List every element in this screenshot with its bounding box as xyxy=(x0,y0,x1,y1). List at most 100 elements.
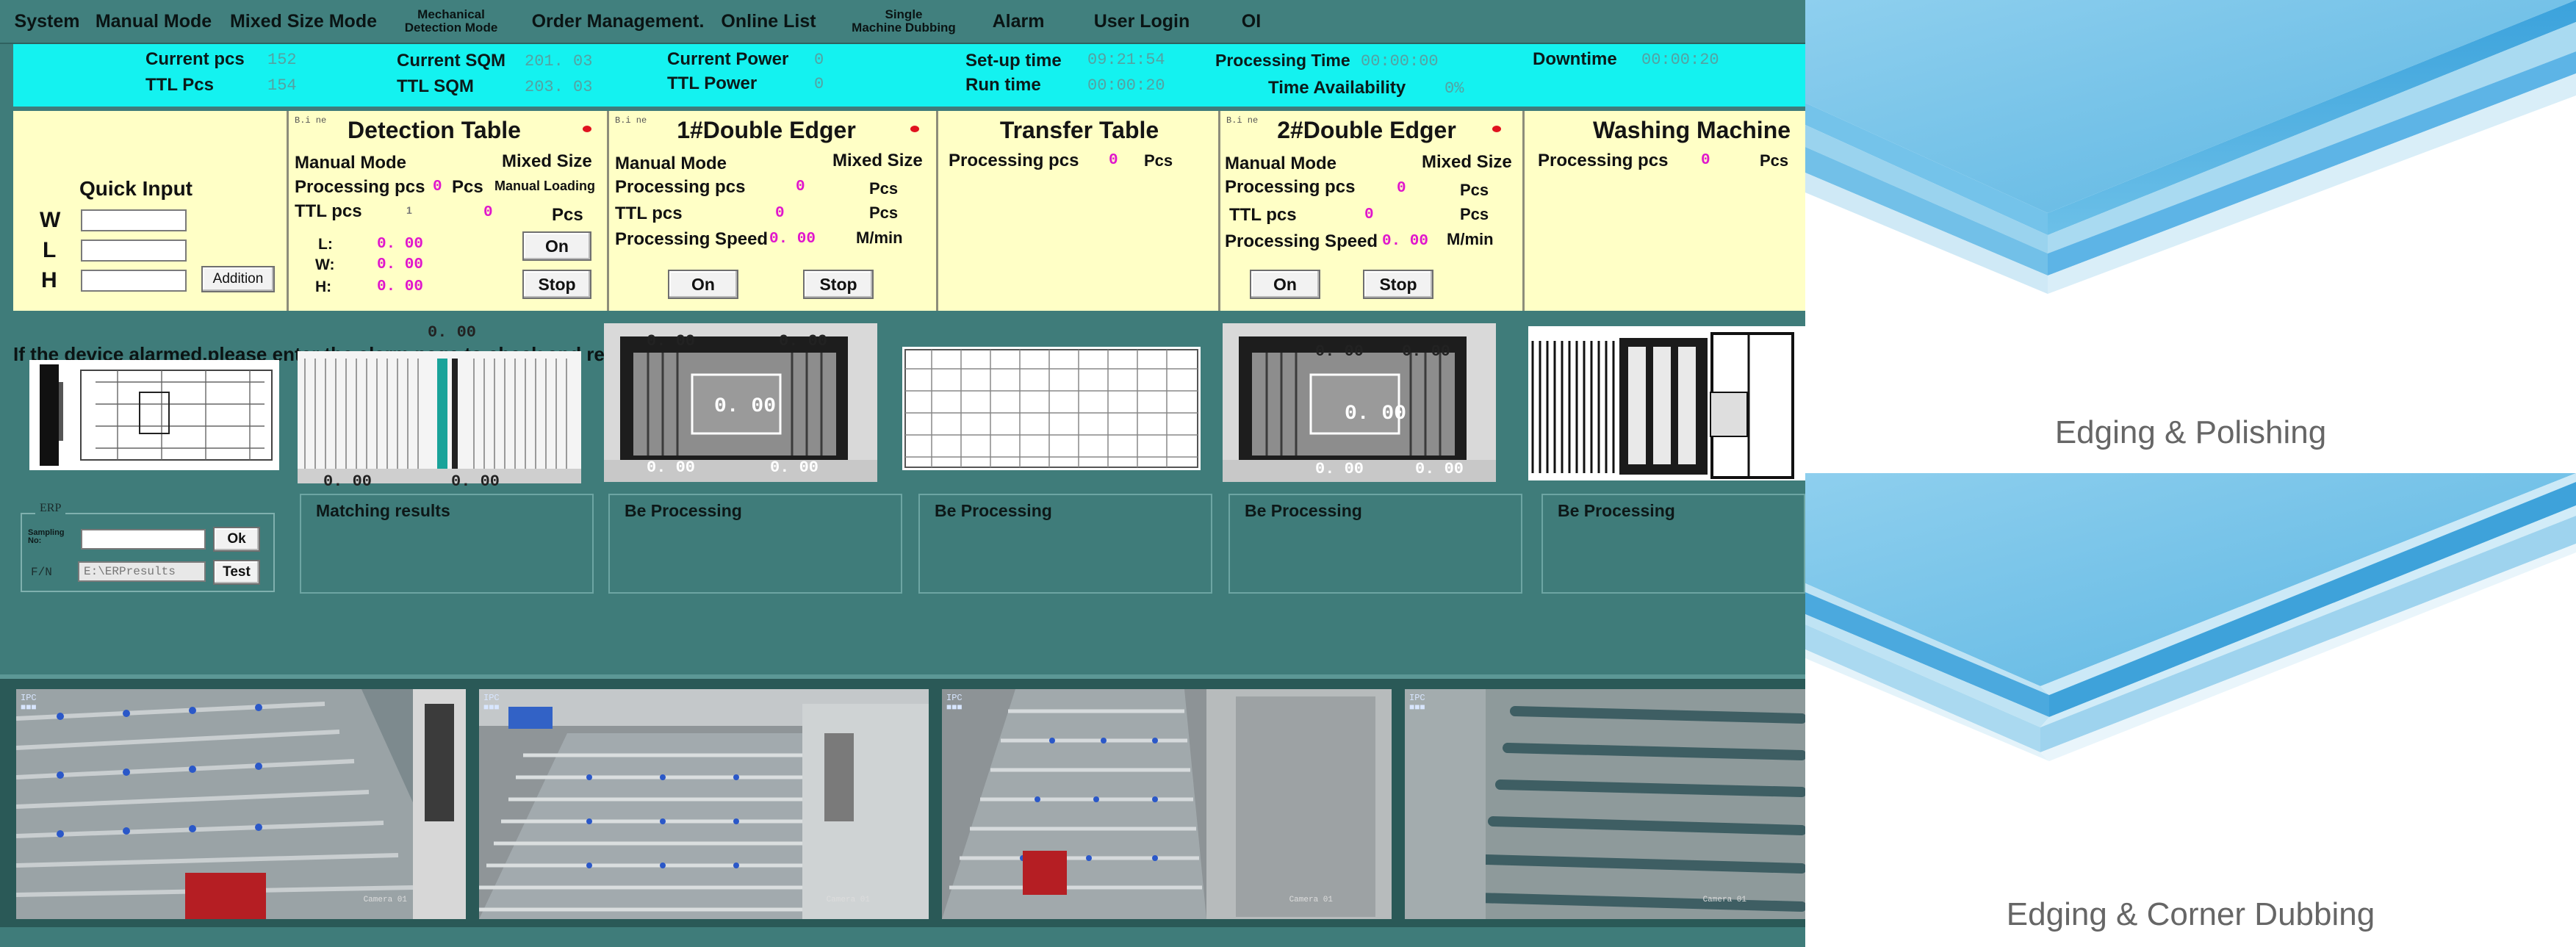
sampling-input[interactable] xyxy=(81,529,206,550)
quick-input-title: Quick Input xyxy=(79,177,193,200)
camera-3-osd: IPC ■■■ xyxy=(946,693,963,713)
path-input[interactable]: E:\ERPresults xyxy=(78,561,206,582)
camera-4-osd: IPC ■■■ xyxy=(1409,693,1425,713)
camera-feed-3[interactable]: IPC ■■■ Camera 01 xyxy=(942,689,1392,919)
setup-time-label: Set-up time xyxy=(965,51,1062,71)
current-pcs-label: Current pcs xyxy=(145,49,245,69)
camera-3-image xyxy=(942,689,1392,919)
menu-online-list[interactable]: Online List xyxy=(717,0,820,43)
edger2-on-button[interactable]: On xyxy=(1250,270,1320,299)
edger2-bottom-right-value: 0. 00 xyxy=(1415,460,1464,478)
camera-1-label: Camera 01 xyxy=(363,896,407,904)
edger1-stop-button[interactable]: Stop xyxy=(803,270,874,299)
camera-feed-1[interactable]: IPC ■■■ Camera 01 xyxy=(16,689,466,919)
processing-time-value: 00:00:00 xyxy=(1361,52,1439,71)
transfer-processing-value: 0 xyxy=(1109,152,1118,169)
edger1-mode: Manual Mode xyxy=(615,154,727,173)
h-label: H xyxy=(41,268,57,292)
downtime-value: 00:00:20 xyxy=(1641,51,1719,69)
detection-bottom-left-value: 0. 00 xyxy=(323,472,373,491)
detection-table-title: Detection Table xyxy=(348,117,521,143)
menu-alarm[interactable]: Alarm xyxy=(982,0,1055,43)
loading-machine-drawing xyxy=(40,364,273,466)
camera-4-image xyxy=(1405,689,1805,919)
status-bar: Current pcs 152 TTL Pcs 154 Current SQM … xyxy=(13,44,1805,107)
edger2-mixed-size: Mixed Size xyxy=(1422,152,1512,172)
detection-l-value: 0. 00 xyxy=(377,236,424,253)
camera-1-osd: IPC ■■■ xyxy=(21,693,37,713)
edger2-title: 2#Double Edger xyxy=(1277,117,1456,143)
edger1-processing-value: 0 xyxy=(796,179,805,195)
edger2-processing-value: 0 xyxy=(1397,180,1406,197)
menu-user-login[interactable]: User Login xyxy=(1083,0,1201,43)
edger1-status-text: Be Processing xyxy=(625,501,742,520)
current-sqm-label: Current SQM xyxy=(397,51,506,71)
edger1-top-right-value: 0. 00 xyxy=(779,332,828,350)
w-label: W xyxy=(40,208,61,232)
edger2-top-right-value: 0. 00 xyxy=(1402,342,1451,361)
h-input[interactable] xyxy=(81,270,187,292)
run-time-value: 00:00:20 xyxy=(1087,76,1165,95)
detection-h-value: 0. 00 xyxy=(377,278,424,295)
menu-single-machine-dubbing[interactable]: Single Machine Dubbing xyxy=(838,0,970,43)
edger2-center-value: 0. 00 xyxy=(1345,403,1407,425)
setup-time-value: 09:21:54 xyxy=(1087,51,1165,69)
loading-machine-diagram xyxy=(29,360,279,470)
erp-ok-button[interactable]: Ok xyxy=(213,527,260,552)
edger1-top-left-value: 0. 00 xyxy=(647,332,696,350)
detection-on-button[interactable]: On xyxy=(522,231,591,261)
l-input[interactable] xyxy=(81,240,187,262)
menu-order-management[interactable]: Order Management. xyxy=(526,0,710,43)
edger2-ttl-unit: Pcs xyxy=(1460,205,1489,223)
edger2-top-left-value: 0. 00 xyxy=(1315,342,1364,361)
edger1-speed-value: 0. 00 xyxy=(769,231,816,248)
erp-test-button[interactable]: Test xyxy=(213,560,260,585)
current-pcs-value: 152 xyxy=(267,51,297,69)
detection-ttl-value: 0 xyxy=(483,204,493,221)
edger2-processing-label: Processing pcs xyxy=(1225,177,1356,197)
sampling-label: Sampling No: xyxy=(28,528,65,545)
camera-feed-4[interactable]: IPC ■■■ Camera 01 xyxy=(1405,689,1805,919)
current-power-label: Current Power xyxy=(667,49,789,69)
detection-status-dot xyxy=(583,126,591,132)
manual-loading-label: Manual Loading xyxy=(494,179,595,193)
menu-mixed-size-mode[interactable]: Mixed Size Mode xyxy=(225,0,382,43)
ttl-power-value: 0 xyxy=(814,75,824,93)
matching-results-text: Matching results xyxy=(316,501,450,520)
downtime-label: Downtime xyxy=(1533,49,1617,69)
w-input[interactable] xyxy=(81,209,187,231)
menu-oi[interactable]: OI xyxy=(1226,0,1277,43)
washing-processing-label: Processing pcs xyxy=(1538,151,1669,170)
addition-button[interactable]: Addition xyxy=(201,266,275,292)
camera-2-label: Camera 01 xyxy=(826,896,870,904)
detection-processing-value: 0 xyxy=(433,179,442,195)
detection-ttl-unit: Pcs xyxy=(552,205,583,225)
camera-1-image xyxy=(16,689,466,919)
menu-mechanical-detection-mode[interactable]: Mechanical Detection Mode xyxy=(385,0,517,43)
detection-table-panel: B.i ne Detection Table Manual Mode Mixed… xyxy=(287,111,609,311)
washing-processing-value: 0 xyxy=(1701,152,1710,169)
detection-stop-button[interactable]: Stop xyxy=(522,270,591,299)
edger1-status-dot xyxy=(910,126,919,132)
menu-system[interactable]: System xyxy=(10,0,84,43)
hmi-screen: System Manual Mode Mixed Size Mode Mecha… xyxy=(0,0,1805,947)
edger2-stop-button[interactable]: Stop xyxy=(1363,270,1433,299)
edger2-ttl-label: TTL pcs xyxy=(1229,205,1297,225)
edger1-on-button[interactable]: On xyxy=(668,270,738,299)
camera-3-label: Camera 01 xyxy=(1289,896,1333,904)
detection-mode: Manual Mode xyxy=(295,153,407,173)
run-time-label: Run time xyxy=(965,75,1041,95)
time-availability-value: 0% xyxy=(1444,79,1464,98)
edger2-speed-unit: M/min xyxy=(1447,230,1494,248)
edger1-bottom-right-value: 0. 00 xyxy=(770,458,819,477)
edger1-speed-unit: M/min xyxy=(856,228,903,247)
menu-manual-mode[interactable]: Manual Mode xyxy=(91,0,216,43)
detection-table-diagram xyxy=(298,351,581,483)
time-availability-label: Time Availability xyxy=(1268,78,1406,98)
ttl-sqm-value: 203. 03 xyxy=(525,78,593,96)
ttl-sqm-label: TTL SQM xyxy=(397,76,474,96)
camera-feed-2[interactable]: IPC ■■■ Camera 01 xyxy=(479,689,929,919)
edger1-panel: B.i ne 1#Double Edger Manual Mode Mixed … xyxy=(607,111,938,311)
edger2-panel: B.i ne 2#Double Edger Manual Mode Mixed … xyxy=(1218,111,1525,311)
processing-time-label: Processing Time xyxy=(1215,51,1350,70)
